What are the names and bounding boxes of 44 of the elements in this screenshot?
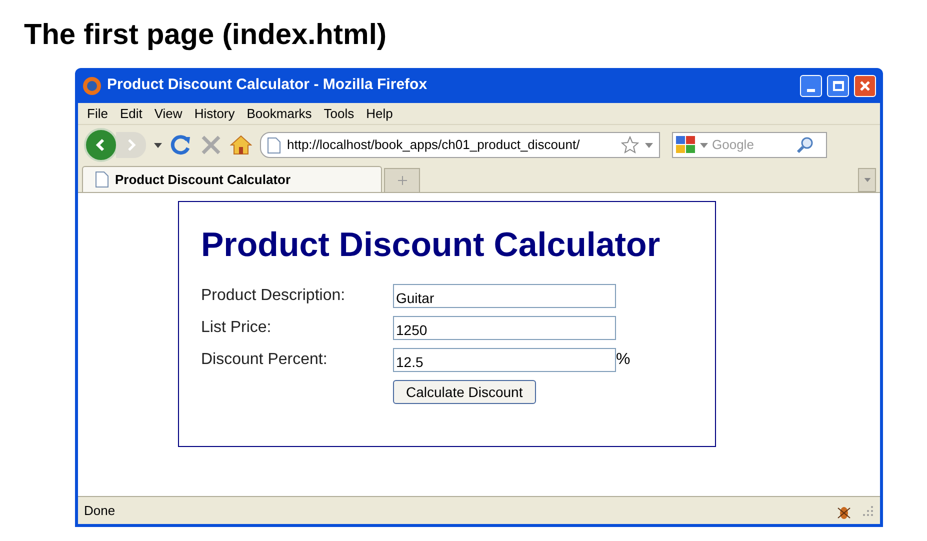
menu-item[interactable]: Edit (120, 104, 142, 124)
status-text: Done (84, 502, 116, 520)
calculate-button[interactable]: Calculate Discount (393, 380, 536, 404)
maximize-button[interactable] (827, 74, 849, 96)
menu-item[interactable]: Tools (324, 104, 354, 124)
home-icon[interactable] (230, 134, 252, 156)
back-button[interactable] (84, 128, 118, 162)
dropdown-caret-icon[interactable] (700, 142, 708, 148)
close-button[interactable] (854, 74, 876, 96)
dropdown-caret-icon[interactable] (645, 142, 653, 148)
menu-item[interactable]: Help (366, 104, 393, 124)
tab-list-button[interactable] (858, 168, 876, 192)
browser-logo-icon (82, 76, 102, 96)
text-field[interactable]: 12.5 (393, 348, 616, 372)
text-field[interactable]: 1250 (393, 316, 616, 340)
text-field[interactable]: Guitar (393, 284, 616, 308)
star-icon[interactable] (621, 136, 639, 154)
search-bar[interactable]: Google (672, 132, 827, 158)
page-icon (267, 136, 281, 154)
dropdown-caret-icon (864, 178, 870, 182)
search-field[interactable]: Google (712, 135, 792, 155)
address-bar[interactable]: http://localhost/book_apps/ch01_product_discount/ (260, 132, 660, 158)
slide-title: The first page (index.html) (24, 18, 387, 53)
field-label: List Price: (201, 318, 272, 338)
close-icon (859, 80, 871, 92)
search-engine-icon[interactable] (676, 136, 696, 154)
search-icon[interactable] (796, 136, 814, 154)
menu-item[interactable]: Bookmarks (246, 104, 312, 124)
field-label: Discount Percent: (201, 350, 328, 370)
url-text: http://localhost/book_apps/ch01_product_discount/ (287, 136, 581, 154)
menu-item[interactable]: File (87, 104, 108, 124)
plus-icon (398, 176, 406, 185)
percent-sign: % (616, 350, 630, 370)
browser-tab[interactable]: Product Discount Calculator (82, 166, 382, 192)
resize-grip-icon[interactable] (862, 504, 874, 516)
dropdown-caret-icon[interactable] (154, 142, 162, 148)
menu-item[interactable]: History (194, 104, 235, 124)
window-title: Product Discount Calculator - Mozilla Firefox (107, 75, 428, 96)
page-icon (95, 171, 109, 188)
page-heading: Product Discount Calculator (201, 228, 662, 262)
menu-item[interactable]: View (154, 104, 182, 124)
minimize-button[interactable] (800, 74, 822, 96)
reload-icon[interactable] (170, 134, 192, 156)
field-label: Product Description: (201, 286, 346, 306)
